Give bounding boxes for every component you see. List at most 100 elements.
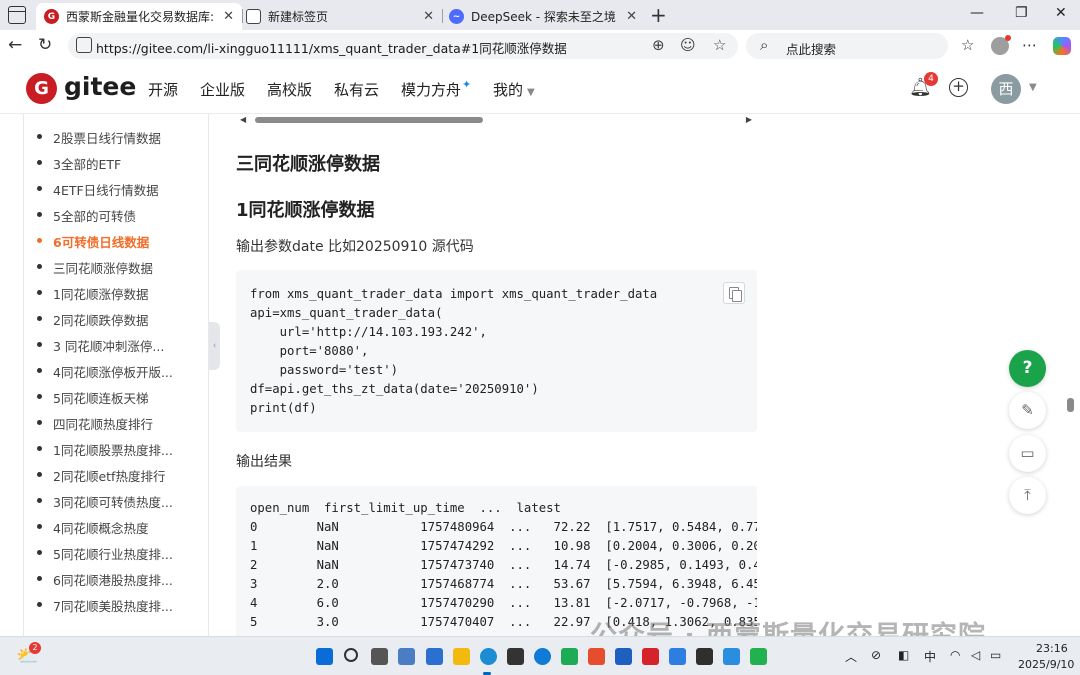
output-line: 2 NaN 1757473740 ... 14.74 [-0.2985, 0.1… <box>250 558 757 572</box>
toc-item[interactable]: 四同花顺热度排行 <box>36 414 153 433</box>
nav-private-cloud[interactable]: 私有云 <box>334 79 379 100</box>
clock-time[interactable]: 23:16 <box>1036 642 1068 655</box>
zoom-icon[interactable]: ⊕ <box>652 36 665 54</box>
toc-item[interactable]: 4ETF日线行情数据 <box>37 180 159 199</box>
toc-item[interactable]: 5同花顺连板天梯 <box>36 388 148 407</box>
chevron-down-icon[interactable]: ▼ <box>1029 82 1037 93</box>
nav-mine[interactable]: 我的 ▼ <box>493 79 535 100</box>
favorites-icon[interactable]: ☆ <box>961 36 974 54</box>
toc-sidebar: 2股票日线行情数据 3全部的ETF 4ETF日线行情数据 5全部的可转债 6可转… <box>23 114 209 636</box>
edit-feedback-icon[interactable]: ✎ <box>1009 392 1046 429</box>
file-explorer-icon[interactable] <box>453 648 470 665</box>
toc-item[interactable]: 3同花顺可转债热度... <box>37 492 173 511</box>
favorite-star-icon[interactable]: ☆ <box>713 36 726 54</box>
tab-newtab[interactable]: 新建标签页 ✕ <box>238 3 442 30</box>
app-green-icon[interactable] <box>561 648 578 665</box>
nav-education[interactable]: 高校版 <box>267 79 312 100</box>
toc-item[interactable]: 三同花顺涨停数据 <box>36 258 153 277</box>
nav-label: 模力方舟 <box>401 81 462 99</box>
toc-item[interactable]: 4同花顺涨停板开版... <box>37 362 173 381</box>
back-icon[interactable]: ← <box>8 35 22 55</box>
nav-moli-fangzhou[interactable]: 模力方舟 <box>401 79 470 100</box>
toc-item[interactable]: 2同花顺etf热度排行 <box>36 466 165 485</box>
back-to-top-icon[interactable]: ⤒ <box>1009 477 1046 514</box>
tab-gitee[interactable]: G 西蒙斯金融量化交易数据库: 西蒙斯 ✕ <box>36 3 242 30</box>
url-text[interactable]: https://gitee.com/li-xingguo11111/xms_qu… <box>96 38 567 57</box>
help-button[interactable]: ? <box>1009 350 1046 387</box>
toc-item[interactable]: 3 同花顺冲刺涨停... <box>36 336 164 355</box>
output-line: open_num first_limit_up_time ... latest <box>250 501 561 515</box>
vertical-scrollbar-thumb[interactable] <box>1067 398 1074 412</box>
more-icon[interactable]: ⋯ <box>1022 36 1037 54</box>
toc-item[interactable]: 3全部的ETF <box>36 154 121 173</box>
mail-icon[interactable] <box>426 648 443 665</box>
minimize-icon[interactable]: — <box>970 5 984 21</box>
toc-item[interactable]: 5全部的可转债 <box>37 206 136 225</box>
toc-item[interactable]: 4同花顺概念热度 <box>36 518 148 537</box>
app-screen-icon[interactable] <box>750 648 767 665</box>
toc-item[interactable]: 5同花顺行业热度排... <box>37 544 173 563</box>
close-tab-icon[interactable]: ✕ <box>223 9 234 24</box>
copilot-icon[interactable] <box>1053 37 1071 55</box>
windows-taskbar: ⛅ 2 ︿ ⊘ ◧ 中 ◠ ◁ ▭ 23:16 2025/9/10 <box>0 636 1080 675</box>
network-off-icon[interactable]: ⊘ <box>871 648 881 662</box>
horizontal-scrollbar[interactable]: ◀ ▶ <box>236 114 756 126</box>
ime-indicator[interactable]: 中 <box>924 648 936 665</box>
reader-icon[interactable]: ☺ <box>680 36 696 54</box>
toc-collapse-handle[interactable]: ‹ <box>209 322 220 370</box>
tab-deepseek[interactable]: ~ DeepSeek - 探索未至之境 ✕ <box>441 3 645 30</box>
close-tab-icon[interactable]: ✕ <box>626 9 637 24</box>
search-icon[interactable] <box>344 648 358 662</box>
tray-app-icon[interactable]: ◧ <box>898 648 909 662</box>
comment-icon[interactable]: ▭ <box>1009 435 1046 472</box>
search-box[interactable]: ⌕ 点此搜索 <box>746 33 948 59</box>
copy-code-icon[interactable] <box>723 282 745 304</box>
address-bar[interactable]: https://gitee.com/li-xingguo11111/xms_qu… <box>68 33 738 59</box>
nav-enterprise[interactable]: 企业版 <box>200 79 245 100</box>
start-icon[interactable] <box>316 648 333 665</box>
new-tab-button[interactable]: + <box>650 3 667 27</box>
scrollbar-thumb[interactable] <box>255 117 483 123</box>
scroll-right-icon[interactable]: ▶ <box>746 115 752 124</box>
vscode-icon[interactable] <box>723 648 740 665</box>
edge-icon[interactable] <box>480 648 497 665</box>
toc-item[interactable]: 7同花顺美股热度排... <box>37 596 173 615</box>
search-placeholder: 点此搜索 <box>786 42 837 57</box>
tab-actions-icon[interactable] <box>8 6 26 24</box>
app-blue-icon[interactable] <box>615 648 632 665</box>
edge-beta-icon[interactable] <box>534 648 551 665</box>
gitee-logo-text[interactable]: gitee <box>64 72 136 101</box>
terminal-icon[interactable] <box>696 648 713 665</box>
wifi-icon[interactable]: ◠ <box>950 648 960 662</box>
weather-badge: 2 <box>29 642 41 654</box>
nav-open-source[interactable]: 开源 <box>148 79 178 100</box>
site-info-icon[interactable] <box>76 37 92 53</box>
widgets-icon[interactable] <box>398 648 415 665</box>
app-red-icon[interactable] <box>642 648 659 665</box>
app-icon[interactable] <box>507 648 524 665</box>
toc-item[interactable]: 1同花顺股票热度排... <box>37 440 173 459</box>
toc-item[interactable]: 1同花顺涨停数据 <box>36 284 148 303</box>
toc-item[interactable]: 2股票日线行情数据 <box>37 128 161 147</box>
browser-tab-strip: G 西蒙斯金融量化交易数据库: 西蒙斯 ✕ 新建标签页 ✕ ~ DeepSeek… <box>0 0 1080 30</box>
toc-item[interactable]: 6同花顺港股热度排... <box>37 570 173 589</box>
create-plus-icon[interactable]: + <box>949 78 968 97</box>
toc-item-active[interactable]: 6可转债日线数据 <box>36 232 149 251</box>
battery-icon[interactable]: ▭ <box>990 648 1001 662</box>
tray-expand-icon[interactable]: ︿ <box>845 648 857 665</box>
restore-icon[interactable]: ❐ <box>1015 5 1028 21</box>
toc-item[interactable]: 2同花顺跌停数据 <box>36 310 148 329</box>
wps-icon[interactable] <box>588 648 605 665</box>
clock-date[interactable]: 2025/9/10 <box>1018 658 1074 671</box>
refresh-icon[interactable]: ↻ <box>38 35 52 55</box>
task-view-icon[interactable] <box>371 648 388 665</box>
close-window-icon[interactable]: ✕ <box>1055 5 1067 21</box>
volume-icon[interactable]: ◁ <box>971 648 980 662</box>
gitee-logo-icon[interactable]: G <box>26 73 57 104</box>
app-cloud-icon[interactable] <box>669 648 686 665</box>
scroll-left-icon[interactable]: ◀ <box>240 115 246 124</box>
code-line: password='test') <box>250 363 399 377</box>
profile-icon[interactable] <box>991 35 1011 55</box>
close-tab-icon[interactable]: ✕ <box>423 9 434 24</box>
user-avatar[interactable]: 西 <box>991 74 1021 104</box>
